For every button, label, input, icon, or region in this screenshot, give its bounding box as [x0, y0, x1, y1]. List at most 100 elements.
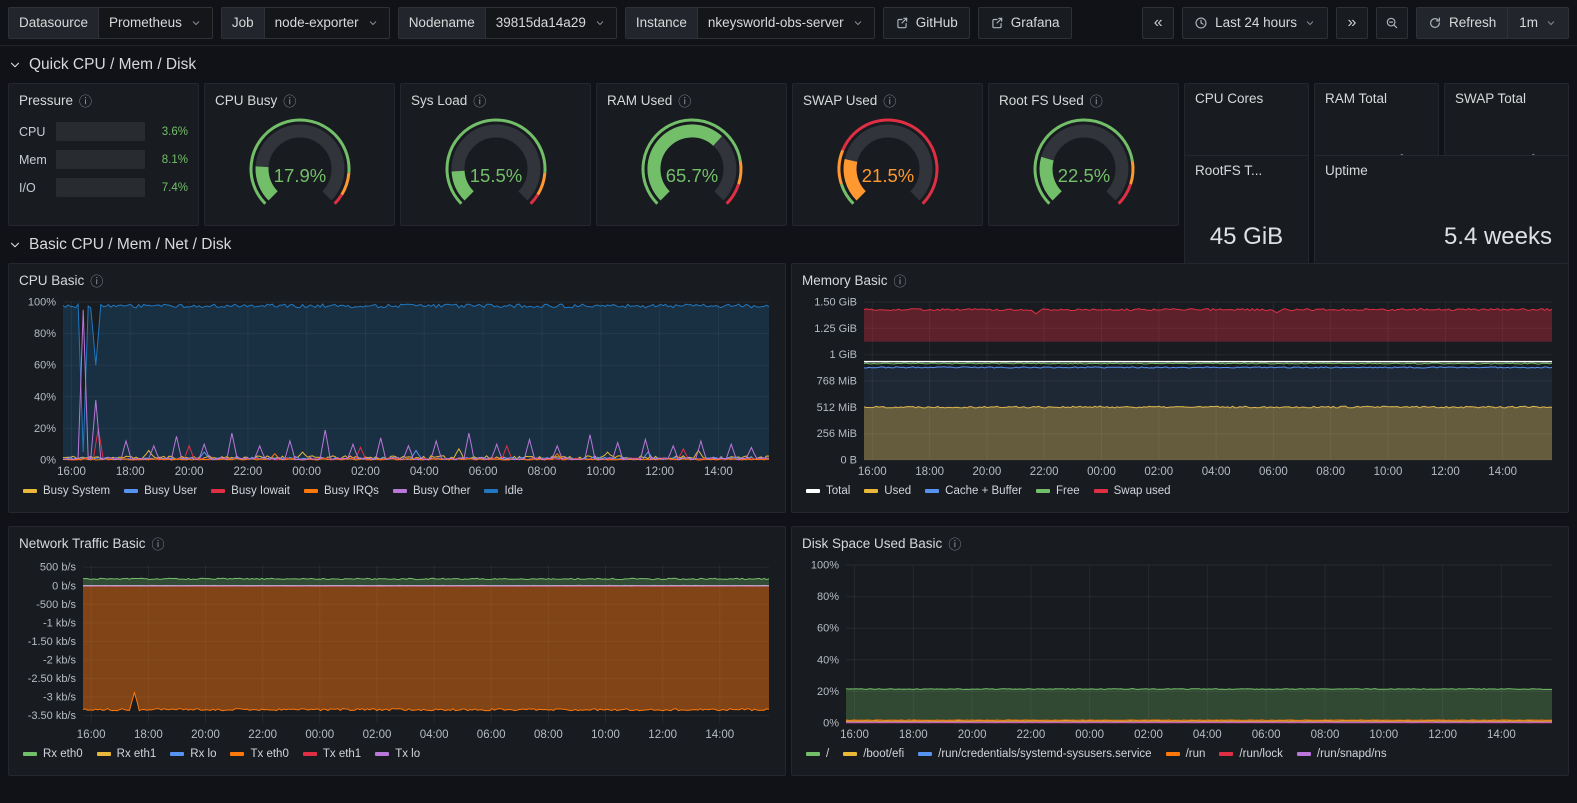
series-name: Tx eth1 [323, 748, 361, 760]
series-name: Busy Other [413, 485, 471, 497]
svg-text:22:00: 22:00 [1030, 466, 1059, 478]
double-chevron-right-icon: » [1348, 15, 1357, 31]
legend-item[interactable]: /run [1166, 748, 1206, 760]
legend-item[interactable]: Tx eth1 [303, 748, 361, 760]
info-icon[interactable]: ⓘ [1090, 91, 1103, 110]
legend-item[interactable]: Rx eth0 [23, 748, 83, 760]
job-select[interactable]: node-exporter [265, 8, 389, 38]
refresh-button[interactable]: Refresh [1417, 8, 1507, 38]
series-name: /run/credentials/systemd-sysusers.servic… [938, 748, 1151, 760]
svg-text:65.7%: 65.7% [665, 165, 717, 186]
info-icon[interactable]: ⓘ [948, 534, 961, 553]
charts-row-1: CPU Basic ⓘ 0%20%40%60%80%100%16:0018:00… [0, 263, 1577, 513]
panel-cpu-busy-title[interactable]: CPU Busy ⓘ [205, 84, 394, 112]
panel-title-text: CPU Cores [1195, 91, 1263, 106]
svg-text:256 MiB: 256 MiB [817, 428, 857, 440]
legend-item[interactable]: Tx eth0 [230, 748, 288, 760]
legend-item[interactable]: Idle [484, 485, 523, 497]
info-icon[interactable]: ⓘ [152, 534, 165, 553]
github-link-button[interactable]: GitHub [883, 7, 970, 39]
legend-item[interactable]: Free [1036, 485, 1080, 497]
panel-swap-used-title[interactable]: SWAP Used ⓘ [793, 84, 982, 112]
legend-item[interactable]: Total [806, 485, 850, 497]
panel-memory-basic: Memory Basic ⓘ 0 B256 MiB512 MiB768 MiB1… [791, 263, 1569, 513]
panel-swap-total-title[interactable]: SWAP Total [1445, 84, 1568, 108]
legend-item[interactable]: Tx lo [375, 748, 420, 760]
series-name: Busy User [144, 485, 197, 497]
info-icon[interactable]: ⓘ [894, 271, 907, 290]
legend-item[interactable]: Busy IRQs [304, 485, 379, 497]
legend-item[interactable]: Used [864, 485, 911, 497]
info-icon[interactable]: ⓘ [283, 91, 296, 110]
svg-text:16:00: 16:00 [77, 729, 106, 741]
series-color-marker [170, 752, 184, 756]
panel-title-text: Uptime [1325, 163, 1368, 178]
panel-network-traffic-basic-title[interactable]: Network Traffic Basic ⓘ [9, 527, 785, 555]
time-range-picker[interactable]: Last 24 hours [1182, 7, 1328, 39]
series-color-marker [23, 752, 37, 756]
panel-ram-used-title[interactable]: RAM Used ⓘ [597, 84, 786, 112]
section-quick-title: Quick CPU / Mem / Disk [29, 56, 196, 74]
info-icon[interactable]: ⓘ [473, 91, 486, 110]
series-name: /boot/efi [863, 748, 904, 760]
stats-grid: CPU Cores 2 RAM Total 957 MiB SWAP Total… [1184, 83, 1569, 226]
legend-item[interactable]: Busy User [124, 485, 197, 497]
svg-text:00:00: 00:00 [1075, 729, 1104, 741]
grafana-link-button[interactable]: Grafana [978, 7, 1072, 39]
time-shift-back-button[interactable]: « [1142, 7, 1174, 39]
panel-ram-total-title[interactable]: RAM Total [1315, 84, 1438, 108]
pressure-label: CPU [19, 125, 49, 139]
section-quick-cpu-mem-disk[interactable]: Quick CPU / Mem / Disk [0, 56, 1577, 74]
instance-picker: Instance nkeysworld-obs-server [625, 7, 875, 39]
legend-item[interactable]: Swap used [1094, 485, 1171, 497]
series-color-marker [124, 489, 138, 493]
legend-item[interactable]: /run/lock [1219, 748, 1282, 760]
panel-title-text: Memory Basic [802, 273, 888, 288]
svg-text:00:00: 00:00 [305, 729, 334, 741]
datasource-select[interactable]: Prometheus [99, 8, 212, 38]
refresh-interval-picker[interactable]: 1m [1507, 8, 1568, 38]
time-shift-forward-button[interactable]: » [1336, 7, 1368, 39]
panel-memory-basic-title[interactable]: Memory Basic ⓘ [792, 264, 1568, 292]
panel-pressure-title[interactable]: Pressure ⓘ [9, 84, 198, 112]
svg-text:22.5%: 22.5% [1057, 165, 1109, 186]
instance-select[interactable]: nkeysworld-obs-server [698, 8, 874, 38]
info-icon[interactable]: ⓘ [883, 91, 896, 110]
svg-text:15.5%: 15.5% [469, 165, 521, 186]
panel-rootfs-total-title[interactable]: RootFS T... [1185, 156, 1308, 180]
quick-panels-row: Pressure ⓘ CPU 3.6% Mem 8.1% I/O 7.4% CP… [0, 83, 1577, 226]
legend-item[interactable]: Cache + Buffer [925, 485, 1022, 497]
panel-sys-load-title[interactable]: Sys Load ⓘ [401, 84, 590, 112]
svg-text:100%: 100% [28, 297, 56, 309]
pressure-row-mem: Mem 8.1% [19, 150, 188, 169]
series-name: Rx lo [190, 748, 216, 760]
refresh-label: Refresh [1449, 15, 1496, 30]
nodename-select[interactable]: 39815da14a29 [486, 8, 616, 38]
legend-item[interactable]: Rx lo [170, 748, 216, 760]
legend-item[interactable]: / [806, 748, 829, 760]
legend-item[interactable]: Busy System [23, 485, 110, 497]
legend-item[interactable]: /run/snapd/ns [1297, 748, 1387, 760]
info-icon[interactable]: ⓘ [90, 271, 103, 290]
svg-text:-3 kb/s: -3 kb/s [43, 692, 77, 704]
legend-item[interactable]: /run/credentials/systemd-sysusers.servic… [918, 748, 1151, 760]
svg-text:1.25 GiB: 1.25 GiB [814, 323, 857, 335]
svg-text:20%: 20% [34, 423, 56, 435]
disk-space-used-chart: 0%20%40%60%80%100%16:0018:0020:0022:0000… [800, 557, 1558, 745]
info-icon[interactable]: ⓘ [79, 91, 92, 110]
legend-item[interactable]: /boot/efi [843, 748, 904, 760]
legend-item[interactable]: Busy Other [393, 485, 471, 497]
panel-cpu-basic-title[interactable]: CPU Basic ⓘ [9, 264, 785, 292]
panel-disk-space-used-basic-title[interactable]: Disk Space Used Basic ⓘ [792, 527, 1568, 555]
panel-root-fs-used-title[interactable]: Root FS Used ⓘ [989, 84, 1178, 112]
svg-text:17.9%: 17.9% [273, 165, 325, 186]
double-chevron-left-icon: « [1154, 15, 1163, 31]
panel-cpu-cores-title[interactable]: CPU Cores [1185, 84, 1308, 108]
svg-text:21.5%: 21.5% [861, 165, 913, 186]
memory-basic-chart: 0 B256 MiB512 MiB768 MiB1 GiB1.25 GiB1.5… [800, 294, 1558, 482]
zoom-out-button[interactable] [1376, 7, 1408, 39]
legend-item[interactable]: Rx eth1 [97, 748, 157, 760]
panel-uptime-title[interactable]: Uptime [1315, 156, 1568, 180]
legend-item[interactable]: Busy Iowait [211, 485, 290, 497]
info-icon[interactable]: ⓘ [678, 91, 691, 110]
